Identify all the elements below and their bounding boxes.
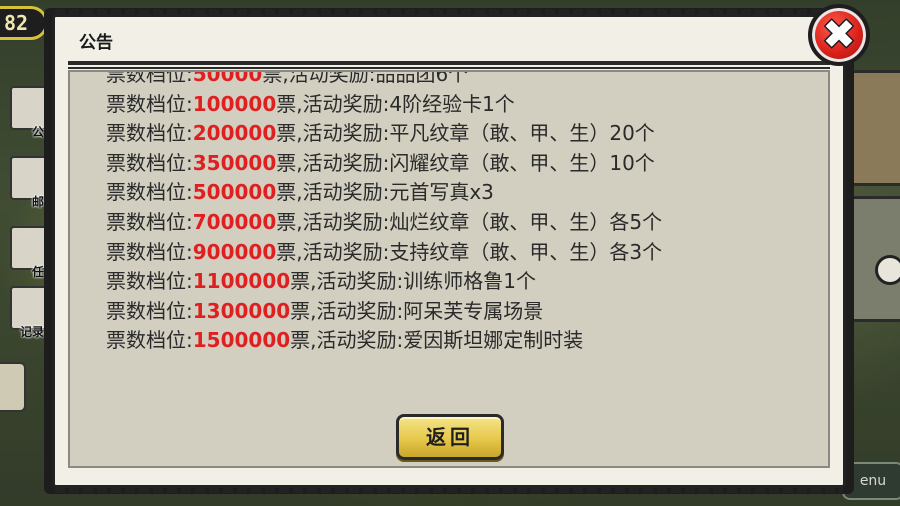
reward-amount: 500000 bbox=[192, 180, 277, 205]
reward-prefix: 票数档位: bbox=[106, 121, 193, 146]
reward-prefix: 票数档位: bbox=[106, 239, 193, 264]
reward-prefix: 票数档位: bbox=[106, 70, 193, 86]
reward-amount: 200000 bbox=[192, 121, 277, 146]
reward-text: 票,活动奖励:闪耀纹章（敢、甲、生）10个 bbox=[276, 150, 655, 175]
reward-list: 票数档位:50000票,活动奖励:品品团6个 票数档位:100000票,活动奖励… bbox=[106, 70, 662, 356]
reward-prefix: 票数档位: bbox=[106, 269, 193, 294]
reward-row: 票数档位:500000票,活动奖励:元首写真x3 bbox=[106, 178, 662, 208]
level-badge: 82 bbox=[0, 6, 48, 40]
reward-row: 票数档位:700000票,活动奖励:灿烂纹章（敢、甲、生）各5个 bbox=[106, 208, 662, 238]
reward-row: 票数档位:100000票,活动奖励:4阶经验卡1个 bbox=[106, 90, 662, 120]
reward-row: 票数档位:350000票,活动奖励:闪耀纹章（敢、甲、生）10个 bbox=[106, 149, 662, 179]
title-divider bbox=[68, 61, 830, 65]
reward-text: 票,活动奖励:品品团6个 bbox=[262, 70, 469, 86]
reward-amount: 350000 bbox=[192, 150, 277, 175]
reward-amount: 50000 bbox=[192, 70, 263, 86]
reward-row: 票数档位:900000票,活动奖励:支持纹章（敢、甲、生）各3个 bbox=[106, 238, 662, 268]
title-divider bbox=[68, 67, 830, 69]
reward-row: 票数档位:1100000票,活动奖励:训练师格鲁1个 bbox=[106, 267, 662, 297]
reward-row: 票数档位:200000票,活动奖励:平凡纹章（敢、甲、生）20个 bbox=[106, 119, 662, 149]
safe-dial-icon bbox=[875, 255, 900, 285]
announcement-content[interactable]: 票数档位:50000票,活动奖励:品品团6个 票数档位:100000票,活动奖励… bbox=[68, 70, 830, 468]
back-button[interactable]: 返回 bbox=[396, 414, 504, 460]
reward-prefix: 票数档位: bbox=[106, 298, 193, 323]
reward-prefix: 票数档位: bbox=[106, 328, 193, 353]
reward-text: 票,活动奖励:爱因斯坦娜定制时装 bbox=[290, 328, 584, 353]
reward-amount: 1300000 bbox=[192, 298, 291, 323]
reward-prefix: 票数档位: bbox=[106, 209, 193, 234]
reward-row: 票数档位:50000票,活动奖励:品品团6个 bbox=[106, 70, 662, 90]
reward-text: 票,活动奖励:平凡纹章（敢、甲、生）20个 bbox=[276, 121, 655, 146]
close-button[interactable]: ✖ bbox=[808, 4, 870, 66]
reward-row: 票数档位:1300000票,活动奖励:阿呆芙专属场景 bbox=[106, 297, 662, 327]
reward-text: 票,活动奖励:支持纹章（敢、甲、生）各3个 bbox=[276, 239, 663, 264]
reward-amount: 900000 bbox=[192, 239, 277, 264]
reward-prefix: 票数档位: bbox=[106, 91, 193, 116]
reward-amount: 100000 bbox=[192, 91, 277, 116]
reward-amount: 1500000 bbox=[192, 328, 291, 353]
reward-text: 票,活动奖励:4阶经验卡1个 bbox=[276, 91, 515, 116]
close-icon: ✖ bbox=[822, 12, 856, 58]
reward-prefix: 票数档位: bbox=[106, 180, 193, 205]
reward-prefix: 票数档位: bbox=[106, 150, 193, 175]
reward-amount: 1100000 bbox=[192, 269, 291, 294]
reward-text: 票,活动奖励:元首写真x3 bbox=[276, 180, 494, 205]
chat-tab[interactable] bbox=[0, 362, 26, 412]
reward-text: 票,活动奖励:阿呆芙专属场景 bbox=[290, 298, 544, 323]
reward-amount: 700000 bbox=[192, 209, 277, 234]
reward-text: 票,活动奖励:训练师格鲁1个 bbox=[290, 269, 536, 294]
dialog-title: 公告 bbox=[79, 33, 113, 53]
reward-text: 票,活动奖励:灿烂纹章（敢、甲、生）各5个 bbox=[276, 209, 663, 234]
reward-row: 票数档位:1500000票,活动奖励:爱因斯坦娜定制时装 bbox=[106, 326, 662, 356]
